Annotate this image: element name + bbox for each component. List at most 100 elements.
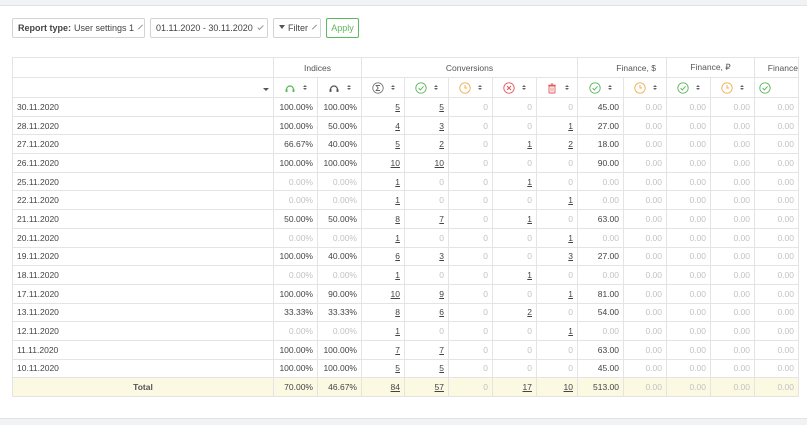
- conversion-cell[interactable]: 2: [492, 302, 537, 323]
- index-cell: 100.00%: [273, 358, 318, 379]
- column-header-sum-2[interactable]: [361, 77, 405, 98]
- column-header-trash-red-6[interactable]: [536, 77, 578, 98]
- sort-icon[interactable]: [390, 85, 395, 90]
- column-header-clock-orange-10[interactable]: [710, 77, 755, 98]
- sort-icon[interactable]: [522, 85, 526, 90]
- index-cell: 0.00%: [273, 171, 318, 192]
- sort-icon[interactable]: [478, 85, 482, 90]
- conversion-cell[interactable]: 1: [536, 321, 578, 341]
- date-sort-header[interactable]: [12, 77, 274, 98]
- group-header-indices: Indices: [273, 57, 362, 78]
- apply-button[interactable]: Apply: [326, 18, 359, 38]
- conversion-cell[interactable]: 3: [536, 246, 578, 267]
- conversion-cell[interactable]: 1: [361, 321, 405, 341]
- sort-icon[interactable]: [564, 85, 569, 90]
- column-header-clock-orange-8[interactable]: [623, 77, 667, 98]
- conversion-cell[interactable]: 7: [404, 339, 449, 360]
- conversion-cell[interactable]: 6: [404, 302, 449, 323]
- conversion-cell[interactable]: 5: [404, 358, 449, 379]
- conversion-cell[interactable]: 5: [404, 97, 449, 117]
- conversion-cell[interactable]: 5: [361, 97, 405, 117]
- conversion-cell[interactable]: 1: [536, 115, 578, 136]
- finance-cell: 0.00: [754, 246, 799, 267]
- conversion-cell[interactable]: 1: [492, 265, 537, 285]
- clock-orange-icon: [721, 81, 733, 94]
- conversion-cell[interactable]: 3: [404, 115, 449, 136]
- conversion-cell[interactable]: 10: [404, 153, 449, 173]
- finance-cell: 0.00: [623, 97, 667, 117]
- sort-icon[interactable]: [347, 85, 351, 90]
- conversion-cell[interactable]: 10: [361, 153, 405, 173]
- report-type-select[interactable]: Report type: User settings 1: [12, 18, 145, 38]
- index-cell: 0.00%: [317, 227, 362, 248]
- date-range-select[interactable]: 01.11.2020 - 30.11.2020: [150, 18, 268, 38]
- conversion-cell[interactable]: 3: [404, 246, 449, 267]
- sort-icon[interactable]: [608, 85, 612, 90]
- conversion-cell[interactable]: 4: [361, 115, 405, 136]
- table-row: 19.11.2020 100.00% 40.00% 6 3 0 0 3 27.00 0.00 0.0…: [12, 246, 799, 267]
- conversion-cell: 0: [448, 171, 493, 192]
- conversion-cell[interactable]: 1: [492, 171, 537, 192]
- sort-icon[interactable]: [303, 85, 307, 90]
- conversion-cell: 0: [448, 377, 493, 397]
- conversion-cell[interactable]: 1: [361, 171, 405, 192]
- conversion-cell[interactable]: 2: [536, 134, 578, 155]
- date-cell: 12.11.2020: [12, 321, 274, 341]
- finance-cell: 0.00: [754, 283, 799, 304]
- sort-icon[interactable]: [434, 85, 438, 90]
- conversion-cell[interactable]: 9: [404, 283, 449, 304]
- finance-cell: 0.00: [710, 115, 755, 136]
- conversion-cell[interactable]: 1: [361, 265, 405, 285]
- conversion-cell[interactable]: 8: [361, 302, 405, 323]
- column-header-check-green-9[interactable]: [666, 77, 711, 98]
- report-table: Indices Conversions Finance, $ Finance, …: [12, 57, 799, 397]
- filter-icon: [279, 25, 285, 29]
- clock-orange-icon: [633, 81, 646, 94]
- conversion-cell[interactable]: 57: [404, 377, 449, 397]
- sort-icon[interactable]: [652, 85, 657, 90]
- sum-icon: [371, 81, 384, 94]
- conversion-cell[interactable]: 10: [361, 283, 405, 304]
- conversion-cell[interactable]: 1: [536, 190, 578, 211]
- conversion-cell[interactable]: 1: [361, 190, 405, 211]
- index-cell: 70.00%: [273, 377, 318, 397]
- conversion-cell[interactable]: 5: [361, 358, 405, 379]
- total-row: Total 70.00% 46.67% 84 57 0 17 10 513.00 0.00 0.00…: [12, 377, 799, 397]
- column-header-check-green-7[interactable]: [577, 77, 624, 98]
- column-header-cross-red-5[interactable]: [492, 77, 537, 98]
- filter-button[interactable]: Filter: [273, 18, 321, 38]
- conversion-cell: 0: [492, 339, 537, 360]
- finance-cell: 0.00: [666, 265, 711, 285]
- conversion-cell[interactable]: 7: [361, 339, 405, 360]
- conversion-cell[interactable]: 1: [492, 134, 537, 155]
- conversion-cell: 0: [404, 265, 449, 285]
- conversion-cell[interactable]: 6: [361, 246, 405, 267]
- conversion-cell[interactable]: 1: [536, 283, 578, 304]
- finance-cell: 27.00: [577, 115, 624, 136]
- finance-cell: 0.00: [623, 134, 667, 155]
- table-row: 21.11.2020 50.00% 50.00% 8 7 0 1 0 63.00 0.00 0.00…: [12, 209, 799, 229]
- column-header-clock-orange-4[interactable]: [448, 77, 493, 98]
- column-header-check-green-11[interactable]: [754, 77, 799, 98]
- conversion-cell[interactable]: 17: [492, 377, 537, 397]
- finance-cell: 0.00: [623, 115, 667, 136]
- conversion-cell[interactable]: 1: [536, 227, 578, 248]
- column-header-headset-dark-1[interactable]: [317, 77, 362, 98]
- conversion-cell[interactable]: 8: [361, 209, 405, 229]
- finance-cell: 0.00: [623, 153, 667, 173]
- column-header-headset-green-0[interactable]: [273, 77, 318, 98]
- index-cell: 0.00%: [273, 321, 318, 341]
- conversion-cell[interactable]: 1: [361, 227, 405, 248]
- group-header-conversions: Conversions: [361, 57, 578, 78]
- sort-icon[interactable]: [740, 85, 744, 90]
- sort-icon[interactable]: [696, 85, 700, 90]
- finance-cell: 0.00: [710, 171, 755, 192]
- conversion-cell[interactable]: 5: [361, 134, 405, 155]
- index-cell: 0.00%: [317, 190, 362, 211]
- conversion-cell[interactable]: 1: [492, 209, 537, 229]
- conversion-cell[interactable]: 7: [404, 209, 449, 229]
- conversion-cell[interactable]: 10: [536, 377, 578, 397]
- conversion-cell[interactable]: 84: [361, 377, 405, 397]
- column-header-check-green-3[interactable]: [404, 77, 449, 98]
- conversion-cell[interactable]: 2: [404, 134, 449, 155]
